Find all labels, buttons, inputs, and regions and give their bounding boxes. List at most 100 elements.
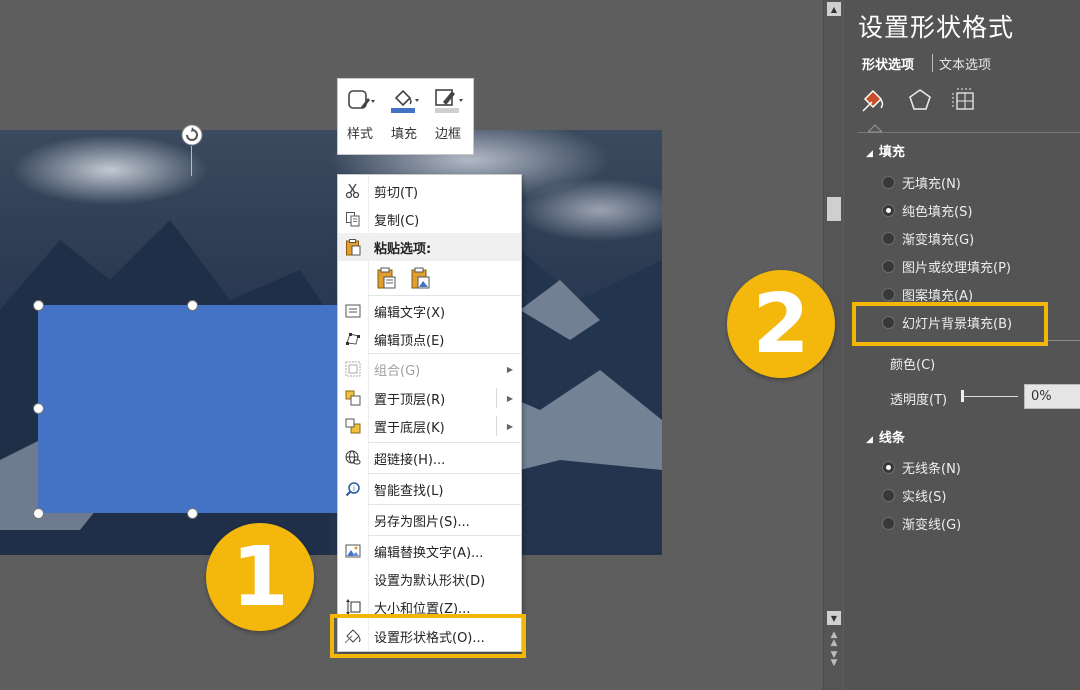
mini-toolbar: 样式 填充 边框	[337, 78, 474, 155]
fill-section-divider	[1046, 340, 1080, 341]
resize-handle-top-middle[interactable]	[187, 300, 198, 311]
menu-item-smart-lookup[interactable]: i 智能查找(L)	[338, 475, 521, 503]
selected-tab-pointer	[868, 124, 882, 133]
paste-options-row	[338, 261, 521, 295]
radio-button[interactable]	[882, 259, 895, 273]
edit-points-icon	[346, 333, 360, 345]
size-properties-icon[interactable]	[950, 86, 978, 114]
fill-button[interactable]: 填充	[382, 83, 426, 154]
style-button[interactable]: 样式	[338, 83, 382, 154]
border-button[interactable]: 边框	[426, 83, 470, 154]
menu-item-label: 剪切(T)	[374, 185, 419, 201]
transparency-slider-thumb[interactable]	[961, 390, 964, 402]
smart-lookup-icon: i	[345, 482, 360, 497]
size-position-icon	[346, 599, 361, 615]
radio-option-label: 图片或纹理填充(P)	[902, 260, 1011, 276]
section-fill-label: 填充	[878, 145, 905, 160]
radio-option-label: 无填充(N)	[902, 176, 961, 192]
highlight-box-format-shape	[330, 614, 526, 658]
tab-text-options[interactable]: 文本选项	[939, 54, 991, 73]
radio-option-label: 无线条(N)	[902, 461, 961, 477]
slide-canvas[interactable]	[0, 130, 662, 555]
menu-item-label: 复制(C)	[374, 213, 420, 229]
rotate-handle-stem	[191, 146, 192, 176]
radio-button[interactable]	[882, 231, 895, 245]
menu-item-edit-points[interactable]: 编辑顶点(E)	[338, 325, 521, 353]
pane-title: 设置形状格式	[858, 13, 1015, 42]
menu-item-cut[interactable]: 剪切(T)	[338, 177, 521, 205]
submenu-arrow-icon: ▶	[506, 364, 513, 374]
tab-shape-options[interactable]: 形状选项	[862, 54, 914, 73]
menu-item-edit-alt-text[interactable]: 编辑替换文字(A)...	[338, 537, 521, 565]
bring-to-front-icon	[345, 390, 361, 406]
radio-option[interactable]: 渐变填充(G)	[882, 227, 974, 249]
hyperlink-globe-icon	[345, 450, 361, 465]
section-fill-header[interactable]: ◢ 填充	[866, 141, 905, 160]
fill-button-label: 填充	[390, 127, 417, 142]
scroll-down-arrow-icon[interactable]: ▼	[827, 611, 841, 625]
fill-line-icon[interactable]	[860, 86, 888, 114]
paste-keep-source-icon[interactable]	[376, 266, 398, 290]
menu-item-set-default-shape[interactable]: 设置为默认形状(D)	[338, 565, 521, 593]
submenu-arrow-icon[interactable]: ▶	[507, 394, 513, 403]
radio-option[interactable]: 渐变线(G)	[882, 512, 961, 534]
menu-item-edit-text[interactable]: 编辑文字(X)	[338, 297, 521, 325]
effects-pentagon-icon[interactable]	[906, 86, 934, 114]
radio-option[interactable]: 无线条(N)	[882, 456, 961, 478]
scroll-up-arrow-icon[interactable]: ▲	[827, 2, 841, 16]
blue-rectangle-shape[interactable]	[38, 305, 348, 513]
split-divider	[496, 416, 497, 436]
paste-as-picture-icon[interactable]	[410, 266, 432, 290]
alt-text-picture-icon	[345, 544, 361, 558]
section-line-header[interactable]: ◢ 线条	[866, 427, 905, 446]
transparency-input[interactable]: 0%	[1024, 384, 1080, 409]
radio-option[interactable]: 实线(S)	[882, 484, 946, 506]
menu-header-paste-options: 粘贴选项:	[338, 233, 521, 261]
context-menu: 剪切(T) 复制(C) 粘贴选项: 编辑文字(X) 编辑顶点(E) 组合(G) …	[337, 174, 522, 652]
transparency-slider-track[interactable]	[962, 396, 1018, 397]
send-to-back-icon	[345, 418, 361, 434]
radio-button[interactable]	[882, 287, 895, 301]
previous-slide-icon[interactable]: ▲ ▲	[826, 631, 842, 648]
radio-option-label: 渐变线(G)	[902, 517, 962, 533]
highlight-box-slide-background-fill	[852, 302, 1048, 346]
pane-tab-underline	[858, 132, 1080, 133]
menu-header-label: 粘贴选项:	[374, 241, 432, 257]
resize-handle-top-left[interactable]	[33, 300, 44, 311]
color-label: 颜色(C)	[890, 358, 936, 373]
transparency-label: 透明度(T)	[890, 393, 948, 408]
menu-item-bring-to-front[interactable]: 置于顶层(R) ▶	[338, 384, 521, 412]
menu-separator	[368, 442, 521, 443]
rotate-handle-icon[interactable]	[181, 124, 203, 146]
resize-handle-middle-left[interactable]	[33, 403, 44, 414]
radio-option-label: 渐变填充(G)	[902, 232, 975, 248]
menu-item-copy[interactable]: 复制(C)	[338, 205, 521, 233]
radio-option[interactable]: 图片或纹理填充(P)	[882, 255, 1011, 277]
menu-item-group[interactable]: 组合(G) ▶	[338, 355, 521, 383]
next-slide-icon[interactable]: ▼ ▼	[826, 651, 842, 668]
collapse-triangle-icon: ◢	[866, 149, 873, 159]
resize-handle-bottom-left[interactable]	[33, 508, 44, 519]
scrollbar-thumb[interactable]	[827, 197, 841, 221]
section-line-label: 线条	[878, 431, 905, 446]
radio-button[interactable]	[882, 203, 895, 217]
collapse-triangle-icon: ◢	[866, 435, 873, 445]
menu-item-label: 置于底层(K)	[374, 420, 445, 436]
radio-button[interactable]	[882, 488, 895, 502]
menu-item-label: 超链接(H)...	[374, 452, 446, 468]
radio-option[interactable]: 无填充(N)	[882, 171, 961, 193]
menu-item-save-as-picture[interactable]: 另存为图片(S)...	[338, 506, 521, 534]
radio-button[interactable]	[882, 175, 895, 189]
submenu-arrow-icon[interactable]: ▶	[507, 422, 513, 431]
radio-option-label: 纯色填充(S)	[902, 204, 973, 220]
radio-button[interactable]	[882, 516, 895, 530]
menu-separator	[368, 473, 521, 474]
menu-item-hyperlink[interactable]: 超链接(H)...	[338, 444, 521, 472]
radio-button[interactable]	[882, 460, 895, 474]
radio-option[interactable]: 纯色填充(S)	[882, 199, 972, 221]
menu-separator	[368, 295, 521, 296]
menu-item-label: 编辑替换文字(A)...	[374, 545, 484, 561]
resize-handle-bottom-middle[interactable]	[187, 508, 198, 519]
menu-item-send-to-back[interactable]: 置于底层(K) ▶	[338, 412, 521, 440]
step-2-badge: 2	[727, 270, 835, 378]
